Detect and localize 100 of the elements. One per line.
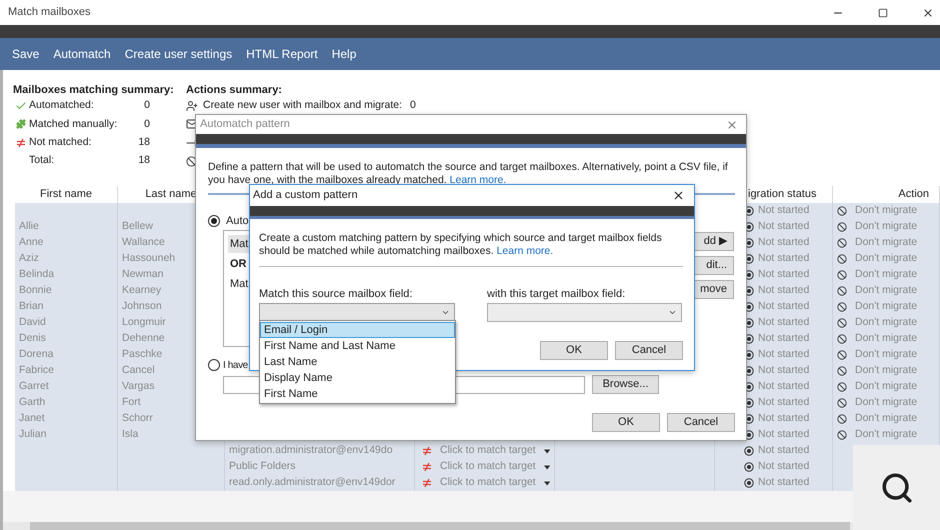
status-text: Not started [758, 331, 810, 346]
last-name-text: Wallance [122, 235, 165, 250]
action-text: Don't migrate [855, 411, 918, 426]
dialog-description: Define a pattern that will be used to automatch the source and target mailboxes. Alternatively, point a CSV file, if you have one, with the mailboxes already matched. Learn more. [208, 161, 729, 187]
dropdown-option[interactable]: First Name [260, 386, 455, 402]
last-name-text: Longmuir [122, 315, 166, 330]
action-text: Don't migrate [855, 347, 918, 362]
menu-item[interactable]: Help [332, 45, 356, 63]
summary-label: Matched manually: [29, 116, 118, 132]
dropdown-option[interactable]: First Name and Last Name [260, 338, 455, 354]
menu-item[interactable]: Save [12, 45, 40, 63]
action-text: Don't migrate [855, 379, 918, 394]
menu-item[interactable]: HTML Report [246, 45, 318, 63]
first-name-text: Anne [19, 235, 44, 250]
first-name-text: Julian [19, 427, 46, 442]
first-name-text: Allie [19, 219, 39, 234]
not-equal-icon [422, 478, 432, 488]
dialog-button[interactable]: Cancel [667, 413, 735, 432]
action-text: Don't migrate [855, 219, 918, 234]
not-equal-icon [422, 462, 432, 472]
status-text: Not started [758, 203, 810, 218]
field-label: Match this source mailbox field: [259, 287, 414, 300]
status-text: Not started [758, 219, 810, 234]
ban-icon [837, 382, 847, 392]
status-text: Not started [758, 299, 810, 314]
action-text: Don't migrate [855, 299, 918, 314]
summary-value: 18 [138, 134, 150, 150]
first-name-text: David [19, 315, 46, 330]
window-title: Match mailboxes [8, 5, 92, 20]
action-text: Don't migrate [855, 235, 918, 250]
ban-icon [837, 414, 847, 424]
ban-icon [837, 286, 847, 296]
action-text: Don't migrate [855, 363, 918, 378]
dialog-title: Automatch pattern [200, 117, 291, 132]
option-label: Auto [226, 214, 249, 229]
summary-value: 0 [144, 116, 150, 132]
action-text: Don't migrate [855, 283, 918, 298]
status-text: Not started [758, 459, 810, 474]
summary-label: Automatched: [29, 98, 95, 114]
last-name-text: Bellew [122, 219, 153, 234]
close-icon[interactable] [922, 6, 934, 18]
summary-value: 18 [138, 153, 150, 168]
action-text: Don't migrate [855, 267, 918, 282]
status-text: Not started [758, 283, 810, 298]
last-name-text: Newman [122, 267, 164, 282]
last-name-text: Dehenne [122, 331, 165, 346]
action-text: Don't migrate [855, 331, 918, 346]
first-name-text: Bonnie [19, 283, 52, 298]
ban-icon [837, 254, 847, 264]
status-text: Not started [758, 363, 810, 378]
status-text: Not started [758, 379, 810, 394]
radio-button[interactable] [208, 215, 220, 227]
dropdown-option[interactable]: Display Name [260, 370, 455, 386]
first-name-text: Garth [19, 395, 46, 410]
status-text: Not started [758, 411, 810, 426]
mailbox-text: migration.administrator@env149do [229, 443, 393, 458]
status-text: Not started [758, 395, 810, 410]
target-field-select[interactable] [487, 303, 682, 322]
dialog-button[interactable]: Cancel [615, 341, 683, 360]
dropdown-option[interactable]: Last Name [260, 354, 455, 370]
column-header[interactable]: igration status [748, 186, 816, 203]
column-header[interactable]: Last name [145, 186, 197, 203]
menu-item[interactable]: Create user settings [124, 45, 232, 63]
section-title: Actions summary: [186, 83, 283, 97]
learn-more-link[interactable]: Learn more. [496, 245, 554, 257]
last-name-text: Vargas [122, 379, 154, 394]
first-name-text: Janet [19, 411, 45, 426]
column-header[interactable]: Action [898, 186, 929, 203]
not-equal-icon [16, 138, 26, 148]
summary-label: Total: [29, 153, 56, 168]
chevron-icon [441, 308, 450, 317]
radio-button[interactable] [208, 359, 220, 371]
scrollbar-thumb[interactable] [30, 522, 850, 530]
first-name-text: Denis [19, 331, 46, 346]
close-icon[interactable] [672, 189, 685, 202]
last-name-text: Kearney [122, 283, 162, 298]
first-name-text: Belinda [19, 267, 54, 282]
column-header[interactable]: First name [40, 186, 92, 203]
dropdown-option[interactable]: Email / Login [260, 322, 455, 338]
mailbox-text: read.only.administrator@env149dor [229, 475, 396, 490]
option-label: I have [223, 358, 248, 372]
zoom-button[interactable] [853, 445, 940, 530]
caret-icon [544, 448, 550, 454]
menu-item[interactable]: Automatch [53, 45, 111, 63]
last-name-text: Hassouneh [122, 251, 176, 266]
caret-icon [544, 464, 550, 470]
status-text: Not started [758, 443, 810, 458]
maximize-icon[interactable] [878, 8, 888, 18]
first-name-text: Aziz [19, 251, 39, 266]
ban-icon [837, 222, 847, 232]
dialog-title: Add a custom pattern [253, 188, 359, 204]
learn-more-link[interactable]: Learn more. [450, 174, 506, 186]
ban-icon [837, 270, 847, 280]
status-text: Not started [758, 427, 810, 442]
dialog-button[interactable]: OK [592, 413, 660, 432]
ban-icon [837, 398, 847, 408]
dialog-button[interactable]: OK [540, 341, 608, 360]
ban-icon [837, 302, 847, 312]
dialog-button[interactable]: Browse... [592, 375, 659, 394]
status-text: Not started [758, 475, 810, 490]
